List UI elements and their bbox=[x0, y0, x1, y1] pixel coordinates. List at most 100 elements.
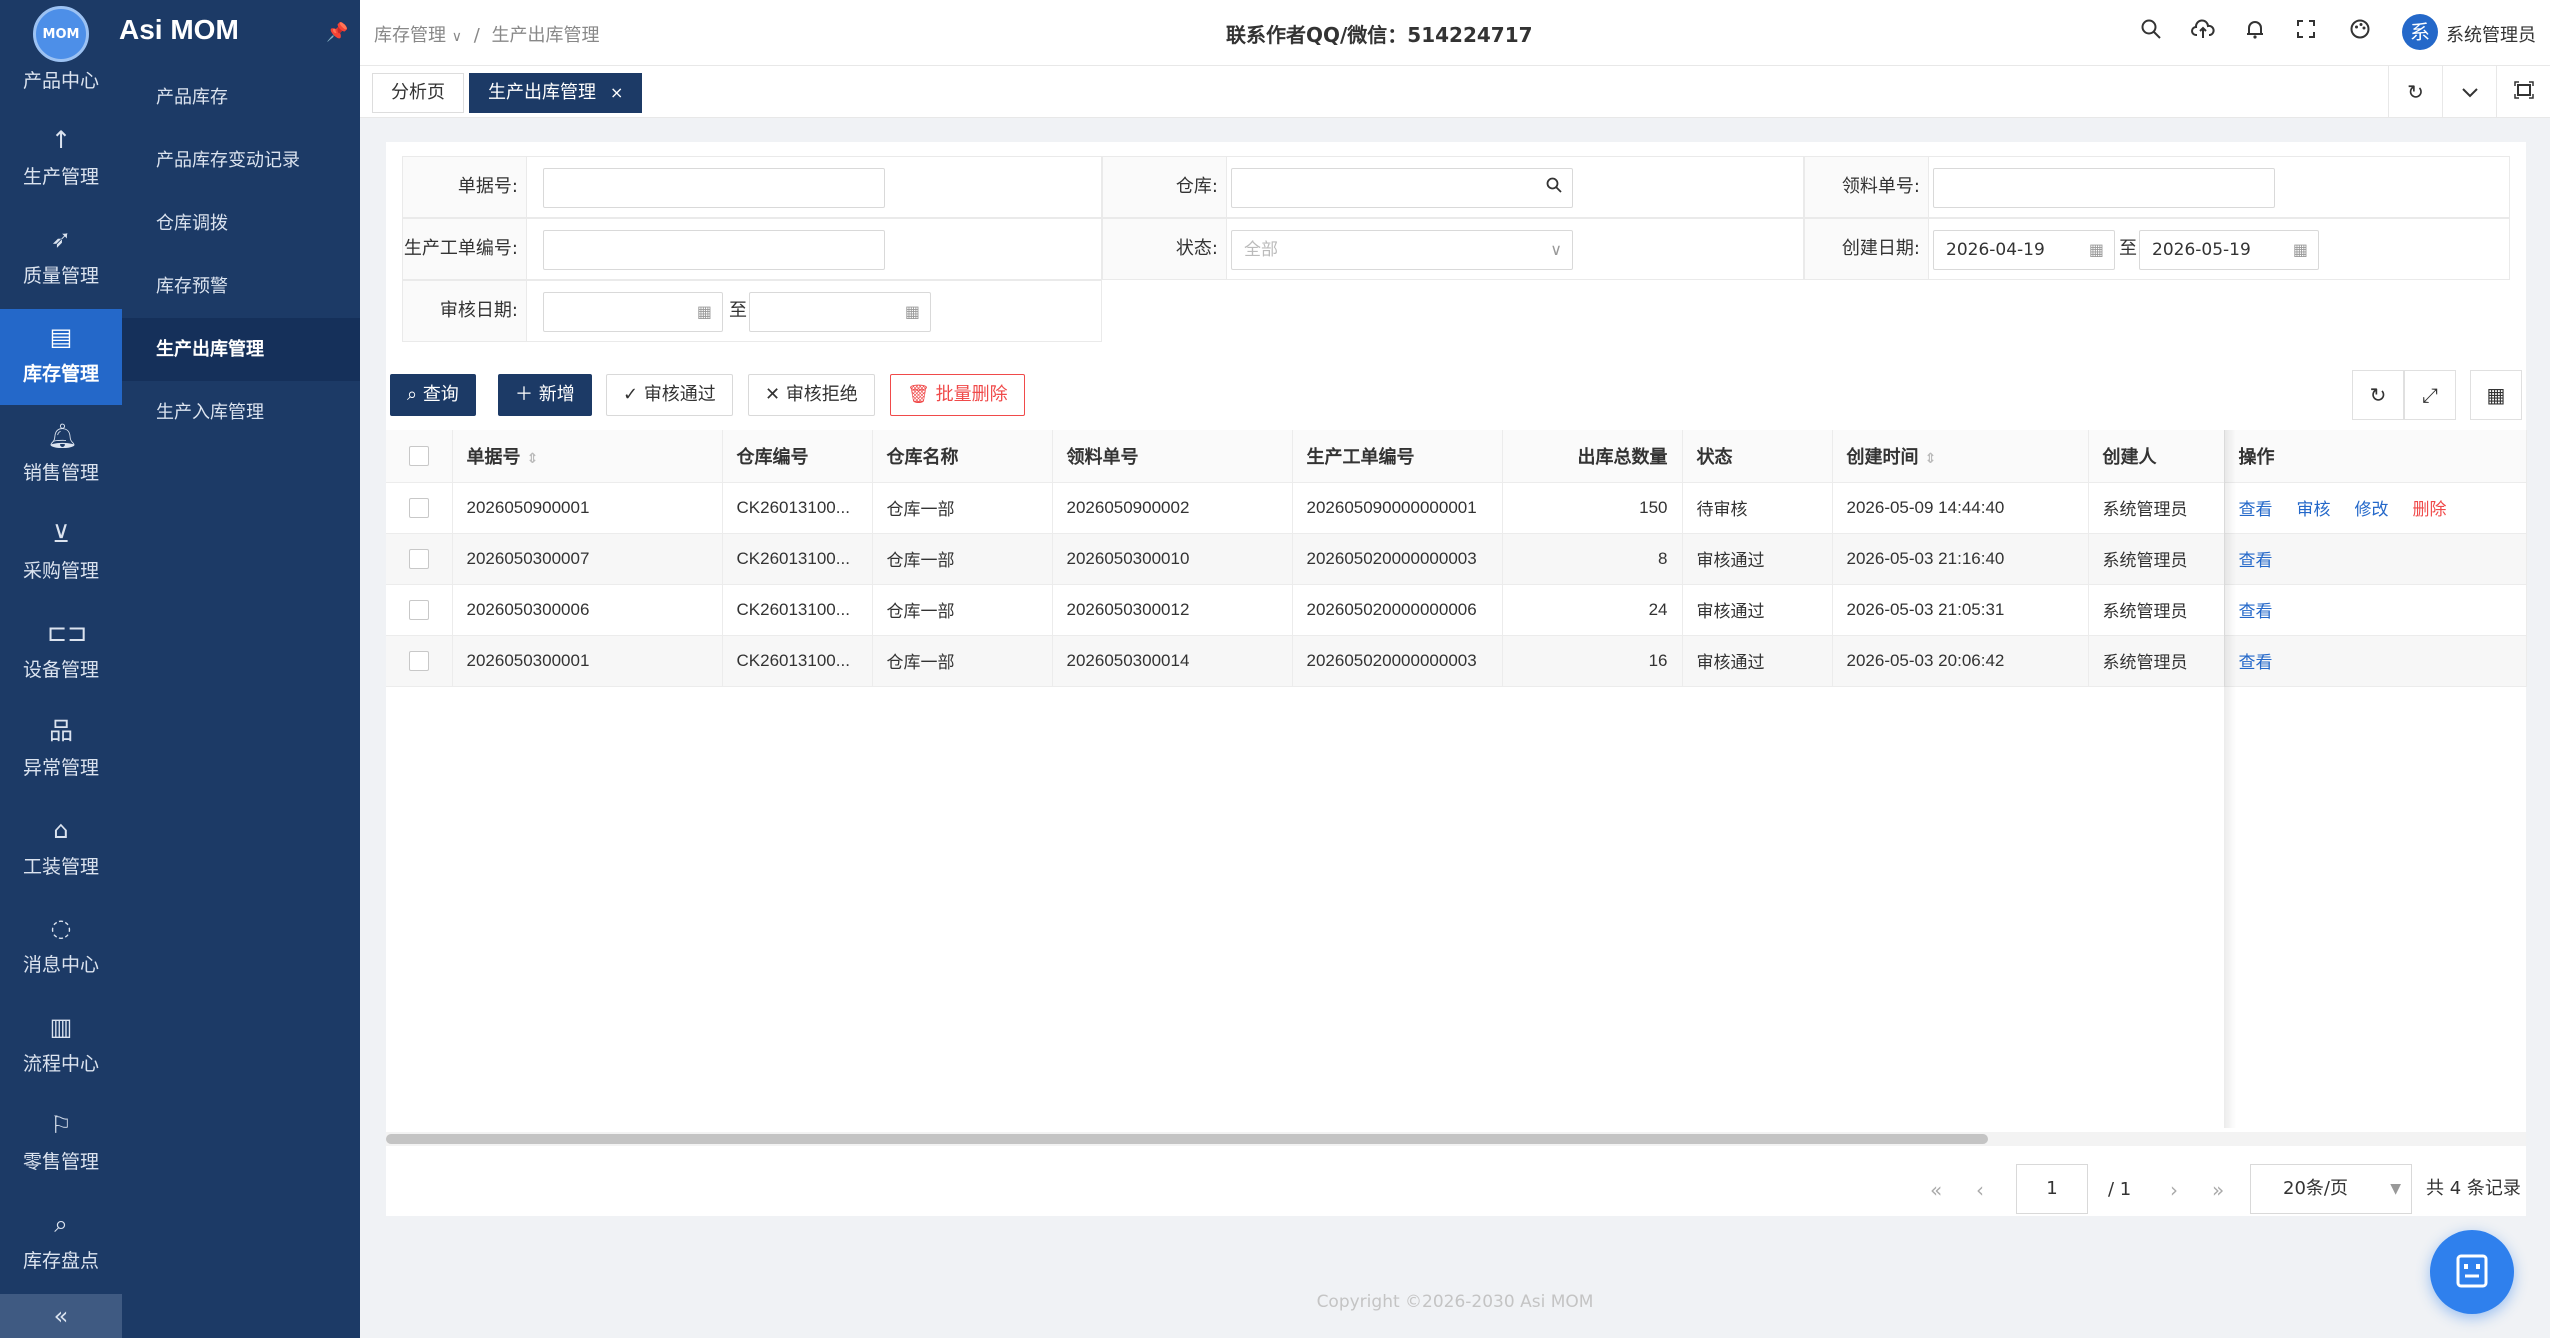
row-action-link[interactable]: 查看 bbox=[2239, 551, 2273, 570]
collapse-menu-button[interactable]: « bbox=[0, 1294, 122, 1338]
row-checkbox[interactable] bbox=[386, 584, 453, 636]
maximize-icon[interactable] bbox=[2496, 66, 2550, 118]
user-name[interactable]: 系统管理员 bbox=[2446, 21, 2536, 47]
table-row[interactable]: 2026050900001 CK26013100... 仓库一部 2026050900… bbox=[386, 482, 2527, 534]
reject-button[interactable]: ✕ 审核拒绝 bbox=[748, 374, 875, 416]
flag-icon: ⚐ bbox=[50, 1111, 72, 1139]
fullscreen-icon[interactable] bbox=[2292, 18, 2320, 46]
cell-created: 2026-05-03 20:06:42 bbox=[1832, 635, 2089, 687]
sort-icon[interactable]: ⇕ bbox=[527, 451, 539, 467]
horizontal-scrollbar[interactable] bbox=[386, 1134, 1988, 1144]
total-records: 共 4 条记录 bbox=[2426, 1178, 2521, 1199]
audit-from-input[interactable]: ▦ bbox=[543, 292, 723, 332]
rail-item[interactable]: 🔔︎ 销售管理 bbox=[0, 408, 122, 504]
form-row: 创建日期: 2026-04-19 ▦ 至 2026-05-19 ▦ bbox=[1804, 218, 2510, 280]
form-row: 单据号: bbox=[402, 156, 1102, 218]
doc-no-input[interactable] bbox=[543, 168, 885, 208]
close-icon[interactable]: × bbox=[610, 83, 623, 102]
submenu-item[interactable]: 生产入库管理 bbox=[122, 381, 360, 444]
device-icon: ⊏⊐ bbox=[47, 618, 88, 647]
search-icon[interactable] bbox=[2137, 18, 2165, 46]
table-row[interactable]: 2026050300001 CK26013100... 仓库一部 2026050300… bbox=[386, 635, 2527, 687]
refresh-tab-icon[interactable]: ↻ bbox=[2388, 66, 2442, 118]
next-page-icon[interactable]: › bbox=[2170, 1164, 2178, 1216]
rail-item[interactable]: ▤ 库存管理 bbox=[0, 309, 122, 405]
tabs-bar: 分析页 生产出库管理 × ↻ bbox=[360, 66, 2550, 118]
row-action-link[interactable]: 查看 bbox=[2239, 500, 2273, 519]
table-row[interactable]: 2026050300006 CK26013100... 仓库一部 2026050300… bbox=[386, 584, 2527, 636]
doc-no-label: 单据号: bbox=[403, 157, 527, 217]
row-action-link[interactable]: 审核 bbox=[2297, 500, 2331, 519]
select-all-checkbox[interactable] bbox=[386, 430, 453, 483]
first-page-icon[interactable]: « bbox=[1930, 1164, 1942, 1216]
row-action-link[interactable]: 修改 bbox=[2355, 500, 2389, 519]
row-action-link[interactable]: 查看 bbox=[2239, 602, 2273, 621]
form-row: 审核日期: ▦ 至 ▦ bbox=[402, 280, 1102, 342]
rail-item[interactable]: ⊻ 采购管理 bbox=[0, 506, 122, 602]
query-button[interactable]: ⌕ 查询 bbox=[390, 374, 476, 416]
col-created[interactable]: 创建时间 ⇕ bbox=[1832, 430, 2089, 483]
rail-item[interactable]: ⌂ 工装管理 bbox=[0, 802, 122, 898]
refresh-icon[interactable]: ↻ bbox=[2352, 370, 2404, 420]
rail-item[interactable]: ➶ 质量管理 bbox=[0, 211, 122, 307]
col-doc-no[interactable]: 单据号 ⇕ bbox=[452, 430, 723, 483]
search-icon[interactable] bbox=[1546, 169, 1562, 207]
add-button[interactable]: ＋ 新增 bbox=[498, 374, 592, 416]
tab-production-outbound[interactable]: 生产出库管理 × bbox=[469, 73, 643, 113]
created-to-input[interactable]: 2026-05-19 ▦ bbox=[2139, 230, 2319, 270]
breadcrumb-item[interactable]: 库存管理 bbox=[374, 25, 446, 46]
created-date-label: 创建日期: bbox=[1805, 219, 1929, 279]
chevron-down-icon: ∨ bbox=[451, 29, 462, 45]
pin-icon[interactable]: 📌 bbox=[326, 22, 348, 43]
created-from-input[interactable]: 2026-04-19 ▦ bbox=[1933, 230, 2115, 270]
status-select[interactable]: 全部 ∨ bbox=[1231, 230, 1573, 270]
bell-icon[interactable] bbox=[2241, 18, 2269, 46]
col-wh-code: 仓库编号 bbox=[722, 430, 873, 483]
submenu-item[interactable]: 产品库存 bbox=[122, 66, 360, 129]
pick-no-input[interactable] bbox=[1933, 168, 2275, 208]
rail-item[interactable]: ↑ 生产管理 bbox=[0, 112, 122, 208]
palette-icon[interactable] bbox=[2346, 18, 2374, 46]
row-checkbox[interactable] bbox=[386, 533, 453, 585]
warehouse-input[interactable] bbox=[1231, 168, 1573, 208]
chevron-down-icon[interactable] bbox=[2442, 66, 2496, 118]
work-order-input[interactable] bbox=[543, 230, 885, 270]
rail-item[interactable]: 品异常管理 bbox=[0, 703, 122, 799]
tab-analysis[interactable]: 分析页 bbox=[372, 73, 464, 113]
last-page-icon[interactable]: » bbox=[2212, 1164, 2224, 1216]
sort-icon[interactable]: ⇕ bbox=[1925, 451, 1937, 467]
table-row[interactable]: 2026050300007 CK26013100... 仓库一部 2026050300… bbox=[386, 533, 2527, 585]
submenu-item[interactable]: 库存预警 bbox=[122, 255, 360, 318]
prev-page-icon[interactable]: ‹ bbox=[1976, 1164, 1984, 1216]
approve-button[interactable]: ✓ 审核通过 bbox=[606, 374, 733, 416]
rail-item[interactable]: 产品中心 bbox=[0, 66, 122, 112]
check-icon: ✓ bbox=[623, 384, 644, 405]
batch-delete-button[interactable]: 🗑 批量删除 bbox=[890, 374, 1025, 416]
row-checkbox[interactable] bbox=[386, 482, 453, 534]
avatar[interactable]: 系 bbox=[2402, 14, 2438, 50]
page-size-select[interactable]: 20条/页 ▼ bbox=[2250, 1164, 2412, 1214]
row-action-link[interactable]: 删除 bbox=[2413, 500, 2447, 519]
rail-item[interactable]: ⊏⊐ 设备管理 bbox=[0, 605, 122, 701]
query-label: 查询 bbox=[422, 384, 459, 405]
row-action-link[interactable]: 查看 bbox=[2239, 653, 2273, 672]
status-label: 状态: bbox=[1103, 219, 1227, 279]
col-wh-name: 仓库名称 bbox=[872, 430, 1053, 483]
rail-item[interactable]: ▥ 流程中心 bbox=[0, 999, 122, 1095]
audit-to-input[interactable]: ▦ bbox=[749, 292, 931, 332]
fullscreen-icon[interactable]: ⤢ bbox=[2404, 370, 2456, 420]
submenu-item[interactable]: 生产出库管理 bbox=[122, 318, 360, 381]
column-settings-icon[interactable]: ▦ bbox=[2470, 370, 2522, 420]
plus-icon: ＋ bbox=[515, 384, 539, 405]
rail-item-label: 采购管理 bbox=[22, 560, 99, 582]
rail-item[interactable]: ⚐ 零售管理 bbox=[0, 1097, 122, 1193]
submenu-item[interactable]: 仓库调拨 bbox=[122, 192, 360, 255]
cloud-upload-icon[interactable] bbox=[2189, 18, 2217, 46]
rail-item-label: 销售管理 bbox=[22, 461, 99, 484]
submenu-item[interactable]: 产品库存变动记录 bbox=[122, 129, 360, 192]
chat-bot-button[interactable] bbox=[2430, 1230, 2514, 1314]
row-checkbox[interactable] bbox=[386, 635, 453, 687]
rail-item[interactable]: ◌ 消息中心 bbox=[0, 900, 122, 996]
page-input[interactable]: 1 bbox=[2016, 1164, 2088, 1214]
rail-item[interactable]: ⌕ 库存盘点 bbox=[0, 1196, 122, 1292]
